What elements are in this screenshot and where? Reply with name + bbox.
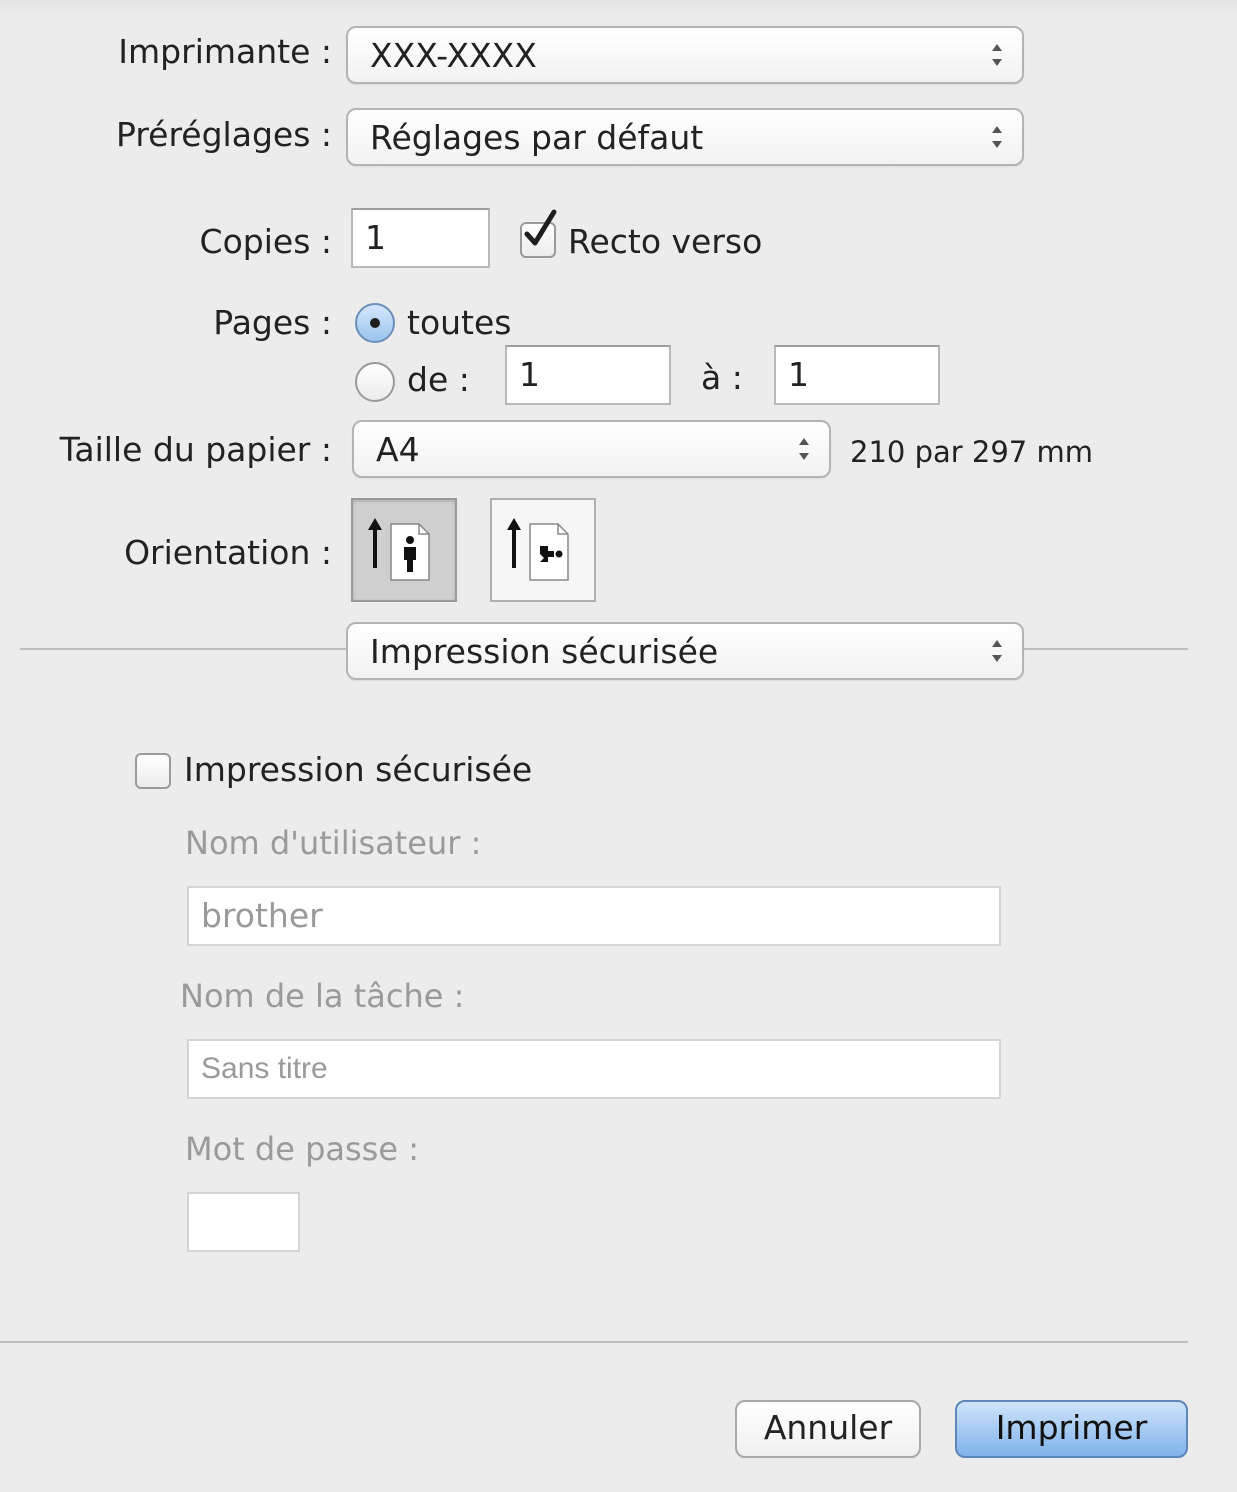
pages-from-value: 1 xyxy=(519,355,540,394)
pages-from-field[interactable]: 1 xyxy=(505,345,671,405)
pages-range-label: de : xyxy=(407,360,470,399)
stepper-arrows-icon xyxy=(992,44,1002,66)
pages-to-field[interactable]: 1 xyxy=(774,345,940,405)
pages-to-value: 1 xyxy=(788,355,809,394)
orientation-landscape-button[interactable] xyxy=(490,498,596,602)
paper-size-popup[interactable]: A4 xyxy=(352,420,831,478)
stepper-arrows-icon xyxy=(799,438,809,460)
section-menu-value: Impression sécurisée xyxy=(370,632,719,671)
job-name-field[interactable]: Sans titre xyxy=(187,1039,1001,1099)
pages-to-label: à : xyxy=(701,358,743,397)
landscape-icon xyxy=(507,518,569,581)
portrait-icon xyxy=(368,518,430,581)
copies-value: 1 xyxy=(365,218,386,257)
pages-label: Pages : xyxy=(213,303,332,342)
duplex-label: Recto verso xyxy=(568,222,763,261)
copies-field[interactable]: 1 xyxy=(351,208,490,268)
password-field[interactable] xyxy=(187,1192,300,1252)
job-name-value: Sans titre xyxy=(201,1052,328,1085)
stepper-arrows-icon xyxy=(992,640,1002,662)
orientation-label: Orientation : xyxy=(124,533,332,572)
footer-divider xyxy=(0,1341,1188,1343)
username-value: brother xyxy=(201,896,323,935)
paper-dimensions: 210 par 297 mm xyxy=(850,435,1093,469)
copies-label: Copies : xyxy=(199,222,332,261)
checkmark-icon xyxy=(524,209,557,246)
stepper-arrows-icon xyxy=(992,126,1002,148)
secure-print-checkbox[interactable] xyxy=(135,753,171,789)
cancel-button[interactable]: Annuler xyxy=(735,1400,921,1458)
presets-popup[interactable]: Réglages par défaut xyxy=(346,108,1024,166)
password-label: Mot de passe : xyxy=(185,1130,419,1168)
window-top-edge xyxy=(0,0,1237,16)
section-divider-left xyxy=(20,648,346,650)
printer-value: XXX-XXXX xyxy=(370,36,537,75)
printer-label: Imprimante : xyxy=(118,32,332,71)
section-menu-popup[interactable]: Impression sécurisée xyxy=(346,622,1024,680)
presets-label: Préréglages : xyxy=(116,115,332,154)
section-divider-right xyxy=(1024,648,1188,650)
pages-range-radio[interactable] xyxy=(355,362,395,402)
username-field[interactable]: brother xyxy=(187,886,1001,946)
printer-popup[interactable]: XXX-XXXX xyxy=(346,26,1024,84)
presets-value: Réglages par défaut xyxy=(370,118,704,157)
pages-all-radio[interactable] xyxy=(355,303,395,343)
job-name-label: Nom de la tâche : xyxy=(180,977,465,1015)
paper-size-label: Taille du papier : xyxy=(59,430,332,469)
username-label: Nom d'utilisateur : xyxy=(185,824,482,862)
orientation-portrait-button[interactable] xyxy=(351,498,457,602)
pages-all-label: toutes xyxy=(407,303,512,342)
print-button[interactable]: Imprimer xyxy=(955,1400,1188,1458)
paper-size-value: A4 xyxy=(376,430,420,469)
secure-print-label: Impression sécurisée xyxy=(184,750,533,789)
duplex-checkbox[interactable] xyxy=(520,209,557,258)
